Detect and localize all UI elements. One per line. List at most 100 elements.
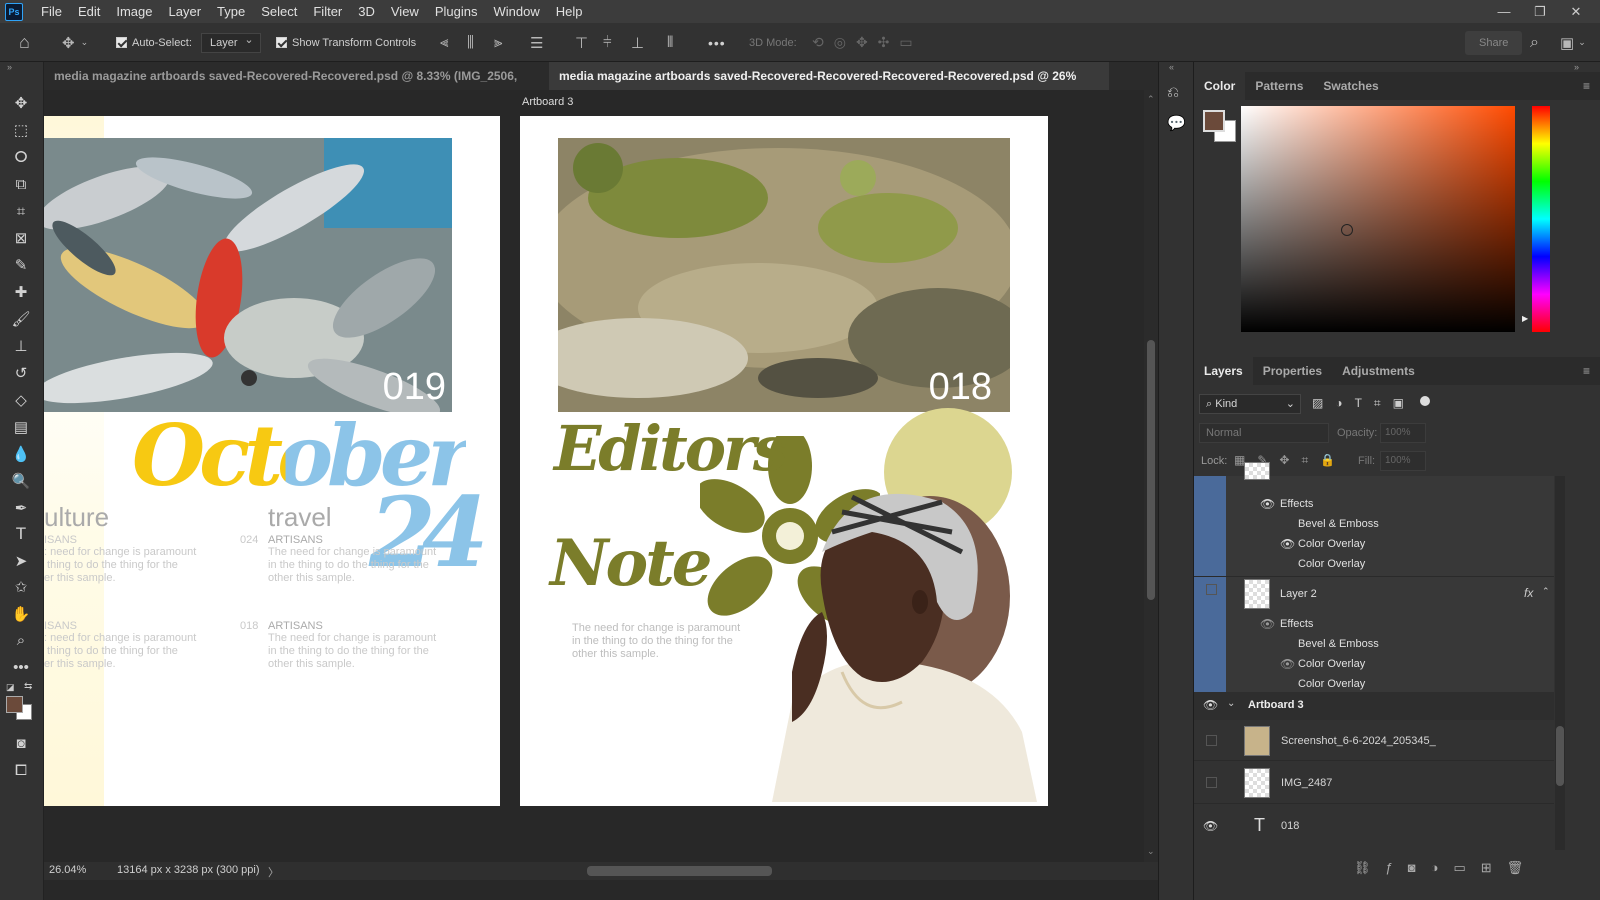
vertical-scroll-thumb[interactable] — [1147, 340, 1155, 600]
fill-input[interactable]: 100% — [1380, 451, 1426, 471]
artboard-label[interactable]: Artboard 3 — [522, 96, 573, 108]
auto-select-checkbox[interactable]: Auto-Select: — [116, 23, 192, 62]
panel-menu-icon[interactable]: ≡ — [1573, 357, 1600, 385]
zoom-tool-icon[interactable]: ⌕ — [9, 629, 33, 651]
effects-row[interactable]: 👁 Effects — [1260, 497, 1600, 511]
distribute-icon[interactable]: ☰ — [530, 23, 543, 62]
filter-toggle-icon[interactable] — [1420, 396, 1430, 406]
hue-slider-handle[interactable]: ▶ — [1522, 314, 1528, 323]
effects-row[interactable]: 👁 Effects — [1260, 617, 1600, 631]
visibility-toggle[interactable] — [1206, 735, 1217, 746]
layers-scrollbar[interactable] — [1555, 476, 1565, 850]
menu-filter[interactable]: Filter — [305, 0, 350, 23]
home-icon[interactable]: ⌂ — [19, 23, 30, 62]
tab-swatches[interactable]: Swatches — [1313, 72, 1388, 100]
eye-icon[interactable]: 👁 — [1280, 657, 1295, 671]
workspace-icon[interactable]: ▣ ⌄ — [1560, 23, 1586, 62]
search-icon[interactable]: ⌕ — [1530, 23, 1539, 62]
stamp-tool-icon[interactable]: ⊥ — [9, 335, 33, 357]
artboard-group-row[interactable]: 👁 ⌄ Artboard 3 — [1194, 692, 1554, 720]
align-bottom-icon[interactable]: ⊥ — [631, 23, 644, 62]
tab-document-2[interactable]: media magazine artboards saved-Recovered… — [549, 62, 1109, 111]
artboard-left-page[interactable]: 019 October 24 ulture travel ISANS : nee… — [44, 116, 500, 806]
align-center-icon[interactable]: ⫼ — [467, 23, 474, 62]
tab-patterns[interactable]: Patterns — [1245, 72, 1313, 100]
shape-tool-icon[interactable]: ✩ — [9, 576, 33, 598]
menu-help[interactable]: Help — [548, 0, 591, 23]
layer-2-row[interactable]: Layer 2 — [1280, 588, 1600, 600]
history-panel-icon[interactable]: ⎌ — [1167, 84, 1179, 101]
layer-row-screenshot[interactable]: Screenshot_6-6-2024_205345_ — [1194, 721, 1554, 761]
show-transform-checkbox[interactable]: Show Transform Controls — [276, 23, 416, 62]
auto-select-dropdown[interactable]: Layer — [201, 31, 261, 53]
minimize-icon[interactable]: — — [1486, 0, 1522, 23]
opacity-input[interactable]: 100% — [1380, 423, 1426, 443]
menu-layer[interactable]: Layer — [161, 0, 210, 23]
history-brush-icon[interactable]: ↺ — [9, 362, 33, 384]
layer-row-018-text[interactable]: 👁 T 018 — [1194, 805, 1554, 847]
move-tool-icon[interactable]: ✥ — [9, 92, 33, 114]
menu-type[interactable]: Type — [209, 0, 253, 23]
color-picker-cursor[interactable] — [1341, 224, 1353, 236]
eye-icon[interactable]: 👁 — [1203, 819, 1218, 833]
canvas-area[interactable]: Artboard 3 019 October 24 ulture travel … — [44, 90, 1144, 862]
menu-select[interactable]: Select — [253, 0, 305, 23]
dodge-tool-icon[interactable]: 🔍 — [9, 470, 33, 492]
eraser-tool-icon[interactable]: ◇ — [9, 389, 33, 411]
align-middle-icon[interactable]: ⫩ — [603, 23, 612, 62]
eye-icon[interactable]: 👁 — [1203, 698, 1218, 712]
hand-tool-icon[interactable]: ✋ — [9, 603, 33, 625]
scroll-up-icon[interactable]: ⌃ — [1147, 94, 1155, 105]
scroll-down-icon[interactable]: ⌄ — [1147, 846, 1155, 857]
foreground-color-chip[interactable] — [1203, 110, 1225, 132]
type-tool-icon[interactable]: T — [9, 523, 33, 545]
hue-slider[interactable] — [1532, 106, 1550, 332]
effect-color-overlay[interactable]: 👁 Color Overlay — [1280, 657, 1600, 671]
menu-plugins[interactable]: Plugins — [427, 0, 486, 23]
distribute-vertical-icon[interactable]: ⫴ — [667, 23, 673, 62]
zoom-level[interactable]: 26.04% — [49, 864, 86, 876]
comments-panel-icon[interactable]: 💬 — [1167, 114, 1186, 132]
layers-scroll-thumb[interactable] — [1556, 726, 1564, 786]
chevron-up-icon[interactable]: ⌃ — [1542, 586, 1550, 597]
close-window-icon[interactable]: ✕ — [1558, 0, 1594, 23]
expand-dock-icon[interactable]: « — [1169, 62, 1174, 72]
eye-icon[interactable]: 👁 — [1260, 617, 1275, 631]
quick-mask-icon[interactable]: ◙ — [9, 732, 33, 754]
share-button[interactable]: Share — [1465, 30, 1523, 55]
move-tool-icon[interactable]: ✥ ⌄ — [62, 23, 88, 62]
blend-mode-dropdown[interactable]: Normal — [1199, 423, 1329, 443]
status-menu-arrow[interactable]: 〉 — [268, 864, 279, 880]
marquee-tool-icon[interactable]: ⬚ — [9, 119, 33, 141]
eye-icon[interactable]: 👁 — [1280, 537, 1295, 551]
collapse-panels-icon[interactable]: » — [1574, 62, 1579, 72]
menu-window[interactable]: Window — [485, 0, 547, 23]
menu-3d[interactable]: 3D — [350, 0, 383, 23]
collapse-icon[interactable]: » — [7, 62, 12, 72]
tab-adjustments[interactable]: Adjustments — [1332, 357, 1425, 385]
more-options-icon[interactable]: ••• — [708, 23, 726, 62]
menu-view[interactable]: View — [383, 0, 427, 23]
menu-file[interactable]: File — [33, 0, 70, 23]
menu-image[interactable]: Image — [108, 0, 160, 23]
color-field[interactable] — [1241, 106, 1515, 332]
healing-brush-icon[interactable]: ✚ — [9, 281, 33, 303]
panel-menu-icon[interactable]: ≡ — [1573, 72, 1600, 100]
pen-tool-icon[interactable]: ✒ — [9, 497, 33, 519]
blur-tool-icon[interactable]: 💧 — [9, 443, 33, 465]
chevron-down-icon[interactable]: ⌄ — [1227, 698, 1235, 709]
restore-icon[interactable]: ❐ — [1522, 0, 1558, 23]
lasso-tool-icon[interactable]: ⵔ — [9, 146, 33, 168]
artboard-right-page[interactable]: 018 Editors Note The need for change is … — [520, 116, 1048, 806]
visibility-toggle[interactable] — [1206, 584, 1217, 595]
tab-properties[interactable]: Properties — [1253, 357, 1332, 385]
layer-filter-dropdown[interactable]: ⌕ Kind ⌄ — [1199, 394, 1301, 414]
tab-document-1[interactable]: media magazine artboards saved-Recovered… — [44, 62, 549, 111]
effect-color-overlay[interactable]: 👁 Color Overlay — [1280, 537, 1600, 551]
default-colors-icon[interactable]: ◪ — [6, 682, 15, 693]
align-left-icon[interactable]: ⫷ — [440, 23, 448, 62]
tab-layers[interactable]: Layers — [1194, 357, 1253, 385]
foreground-color-swatch[interactable] — [6, 696, 23, 713]
layers-footer-icons[interactable]: ⛓ƒ◙◑▭⊞🗑 — [1354, 860, 1538, 876]
fx-icon[interactable]: fx — [1524, 586, 1533, 600]
